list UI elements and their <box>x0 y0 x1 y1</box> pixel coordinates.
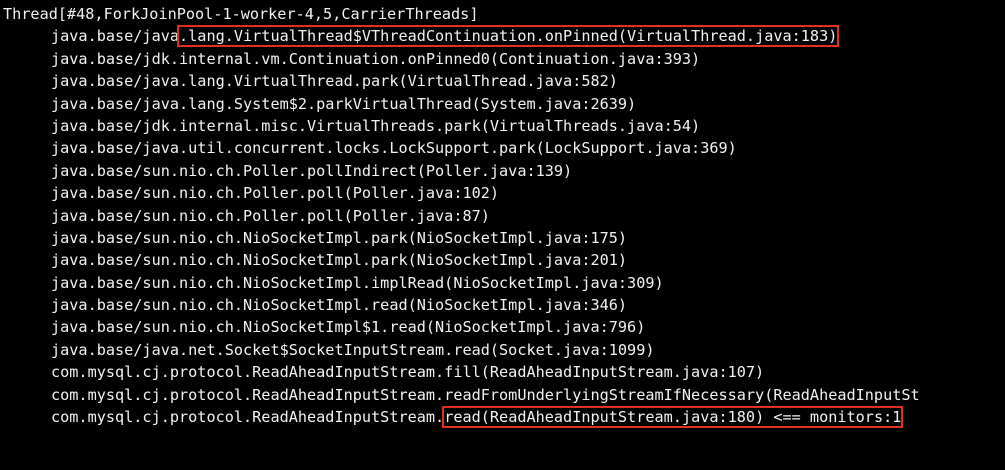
stack-frame-line: java.base/java.util.concurrent.locks.Loc… <box>51 139 737 158</box>
terminal-window[interactable]: Thread[#48,ForkJoinPool-1-worker-4,5,Car… <box>0 0 1005 470</box>
stack-frame-line: com.mysql.cj.protocol.ReadAheadInputStre… <box>0 406 920 429</box>
stack-frame-line: java.base/java.lang.System$2.parkVirtual… <box>51 94 637 113</box>
stack-frame-line: java.base/java.net.Socket$SocketInputStr… <box>51 340 655 359</box>
stack-frame-line: java.base/sun.nio.ch.NioSocketImpl.park(… <box>51 228 628 247</box>
stack-frame-line: java.base/java.lang.VirtualThread.park(V… <box>51 72 618 91</box>
highlighted-frame-read-monitors: read(ReadAheadInputStream.java:180) <== … <box>442 406 904 429</box>
stack-frame-line: java.base/sun.nio.ch.NioSocketImpl.read(… <box>51 296 628 315</box>
stack-frame-line: java.base/sun.nio.ch.NioSocketImpl.park(… <box>51 251 628 270</box>
frame-text: com.mysql.cj.protocol.ReadAheadInputStre… <box>51 408 445 427</box>
stack-frame-line: java.base/sun.nio.ch.Poller.poll(Poller.… <box>51 184 500 203</box>
stack-frame-line: com.mysql.cj.protocol.ReadAheadInputStre… <box>51 363 765 382</box>
frame-text: java.base/java <box>51 27 180 46</box>
stack-frame-line: com.mysql.cj.protocol.ReadAheadInputStre… <box>51 385 920 404</box>
stack-frame-line: java.base/sun.nio.ch.Poller.poll(Poller.… <box>51 206 490 225</box>
stack-frame-line: java.base/java.lang.VirtualThread$VThrea… <box>0 25 920 48</box>
stack-frame-line: java.base/jdk.internal.misc.VirtualThrea… <box>51 116 701 135</box>
stack-frame-line: java.base/sun.nio.ch.Poller.pollIndirect… <box>51 161 573 180</box>
stack-frame-line: java.base/sun.nio.ch.NioSocketImpl$1.rea… <box>51 318 646 337</box>
highlighted-frame-onpinned: .lang.VirtualThread$VThreadContinuation.… <box>177 25 840 48</box>
stack-frame-line: java.base/sun.nio.ch.NioSocketImpl.implR… <box>51 273 664 292</box>
stack-trace-output: Thread[#48,ForkJoinPool-1-worker-4,5,Car… <box>0 3 920 429</box>
thread-header-line: Thread[#48,ForkJoinPool-1-worker-4,5,Car… <box>3 5 479 23</box>
stack-frame-line: java.base/jdk.internal.vm.Continuation.o… <box>51 49 701 68</box>
